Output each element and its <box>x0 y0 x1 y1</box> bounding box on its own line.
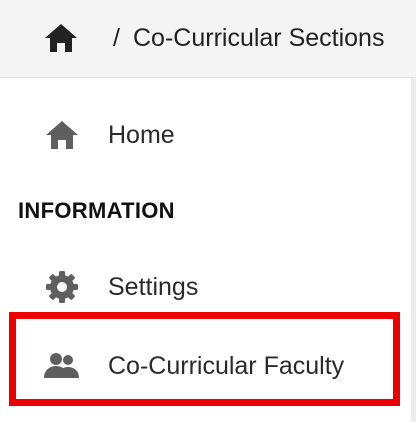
home-icon <box>45 24 77 52</box>
people-icon <box>44 353 79 378</box>
breadcrumb-bar: / Co-Curricular Sections <box>0 0 416 78</box>
gear-icon <box>46 271 78 303</box>
sidebar-item-settings[interactable]: Settings <box>0 257 408 317</box>
home-icon <box>46 121 78 149</box>
sidebar-item-co-curricular-faculty[interactable]: Co-Curricular Faculty <box>0 336 408 396</box>
breadcrumb-separator: / <box>113 24 120 52</box>
sidebar: Home INFORMATION Settings Co-Curricular <box>0 78 416 422</box>
sidebar-item-label: Co-Curricular Faculty <box>108 352 345 380</box>
page-title: Co-Curricular Sections <box>133 24 385 52</box>
breadcrumb-home-link[interactable] <box>44 23 78 53</box>
section-header-information: INFORMATION <box>18 198 175 223</box>
sidebar-item-home[interactable]: Home <box>0 105 408 165</box>
sidebar-item-label: Settings <box>108 273 199 301</box>
sidebar-item-label: Home <box>108 121 175 149</box>
